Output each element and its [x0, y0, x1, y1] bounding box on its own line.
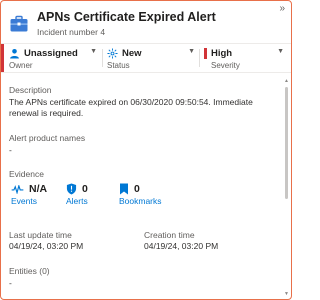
last-update-label: Last update time [9, 230, 72, 240]
alerts-count: 0 [82, 183, 88, 195]
incident-title: APNs Certificate Expired Alert [37, 10, 216, 24]
shield-icon [66, 183, 77, 195]
severity-indicator-line [1, 44, 4, 72]
severity-dropdown[interactable]: High Severity ▼ [204, 47, 284, 70]
status-label: Status [107, 61, 130, 70]
alert-products-label: Alert product names [9, 133, 86, 143]
creation-time-label: Creation time [144, 230, 195, 240]
owner-label: Owner [9, 61, 33, 70]
events-count: N/A [29, 183, 48, 195]
evidence-bookmarks[interactable]: 0 Bookmarks [119, 183, 162, 206]
scroll-up-arrow-icon[interactable]: ▲ [284, 79, 289, 84]
alerts-link[interactable]: Alerts [66, 196, 88, 206]
entities-value: - [9, 278, 12, 288]
alert-products-value: - [9, 145, 12, 155]
scrollbar-thumb[interactable] [285, 87, 288, 199]
divider [102, 49, 103, 67]
divider [199, 49, 200, 67]
expand-icon[interactable]: » [279, 4, 285, 14]
evidence-events[interactable]: N/A Events [11, 183, 47, 206]
scrollbar[interactable]: ▲ ▼ [284, 79, 289, 297]
chevron-down-icon: ▼ [277, 48, 284, 55]
entities-label: Entities (0) [9, 266, 50, 276]
owner-dropdown[interactable]: Unassigned Owner ▼ [9, 47, 97, 70]
description-label: Description [9, 85, 52, 95]
new-sparkle-icon [107, 48, 118, 59]
evidence-alerts[interactable]: 0 Alerts [66, 183, 88, 206]
bookmarks-link[interactable]: Bookmarks [119, 196, 162, 206]
incident-number: Incident number 4 [37, 27, 106, 37]
creation-time-value: 04/19/24, 03:20 PM [144, 241, 219, 251]
incident-header: APNs Certificate Expired Alert Incident … [9, 10, 275, 40]
evidence-label: Evidence [9, 169, 44, 179]
severity-label: Severity [211, 61, 240, 70]
status-bar: Unassigned Owner ▼ New Status ▼ High Sev… [1, 43, 291, 73]
bookmarks-count: 0 [134, 183, 140, 195]
events-link[interactable]: Events [11, 196, 47, 206]
chevron-down-icon: ▼ [90, 48, 97, 55]
scroll-down-arrow-icon[interactable]: ▼ [284, 292, 289, 297]
severity-value: High [211, 48, 233, 59]
incident-card: » APNs Certificate Expired Alert Inciden… [0, 0, 292, 300]
person-icon [10, 49, 19, 59]
briefcase-icon [10, 15, 28, 32]
severity-bar-icon [204, 48, 207, 59]
description-text: The APNs certificate expired on 06/30/20… [9, 97, 253, 118]
pulse-icon [11, 184, 24, 194]
last-update-value: 04/19/24, 03:20 PM [9, 241, 84, 251]
owner-value: Unassigned [24, 48, 78, 59]
status-dropdown[interactable]: New Status ▼ [107, 47, 195, 70]
status-value: New [122, 48, 142, 59]
chevron-down-icon: ▼ [188, 48, 195, 55]
bookmark-icon [120, 183, 128, 195]
